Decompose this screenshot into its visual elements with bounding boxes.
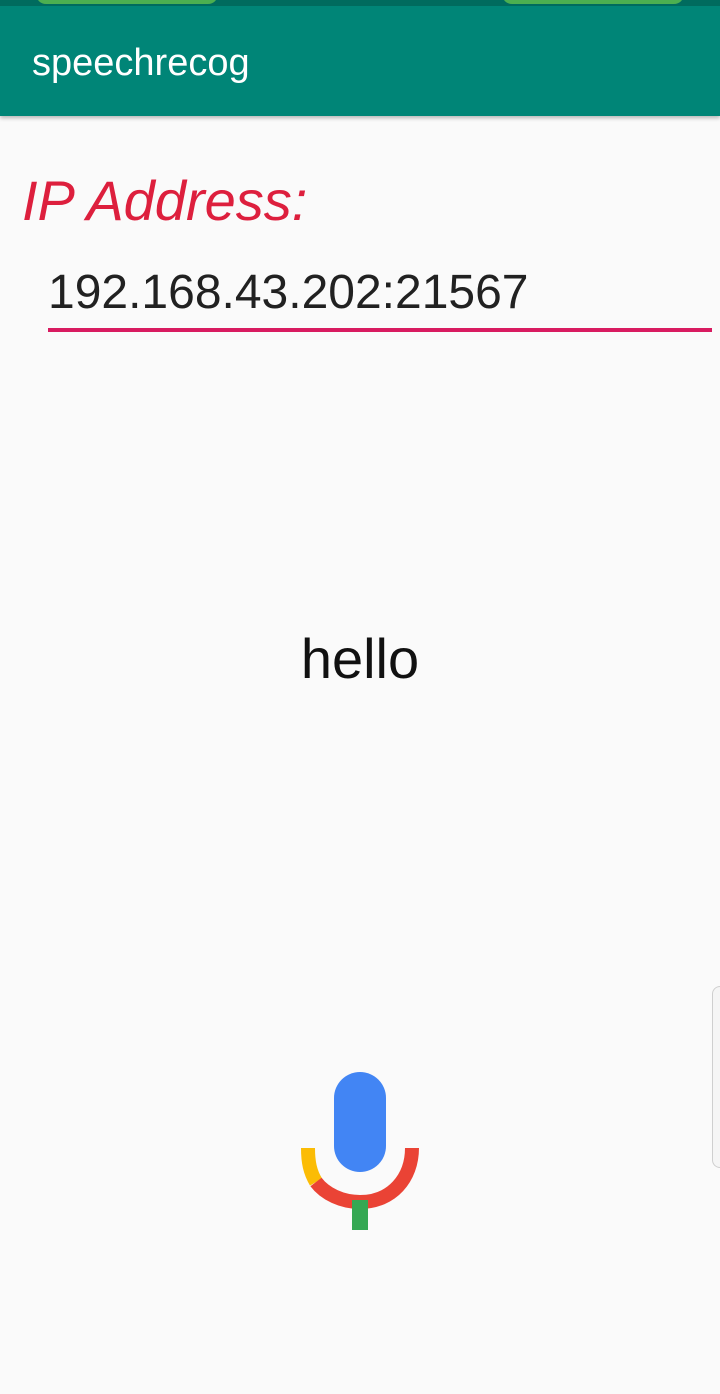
mic-arc-left xyxy=(301,1147,323,1186)
mic-capsule xyxy=(334,1072,386,1172)
mic-stem xyxy=(352,1200,368,1230)
recognized-text: hello xyxy=(300,627,420,690)
microphone-button[interactable] xyxy=(296,1066,424,1236)
ip-address-underline xyxy=(48,328,712,332)
ip-address-label: IP Address: xyxy=(22,169,308,232)
app-bar: speechrecog xyxy=(0,0,720,116)
google-mic-icon xyxy=(301,1072,419,1230)
status-indicator-right xyxy=(502,0,684,4)
app-title: speechrecog xyxy=(32,42,250,84)
ip-address-input[interactable] xyxy=(48,258,712,328)
status-indicator-left xyxy=(36,0,218,4)
edge-panel-handle[interactable] xyxy=(712,986,720,1168)
status-bar xyxy=(0,0,720,6)
ip-address-field[interactable] xyxy=(48,258,712,332)
app-screen: speechrecog IP Address: hello xyxy=(0,0,720,1394)
